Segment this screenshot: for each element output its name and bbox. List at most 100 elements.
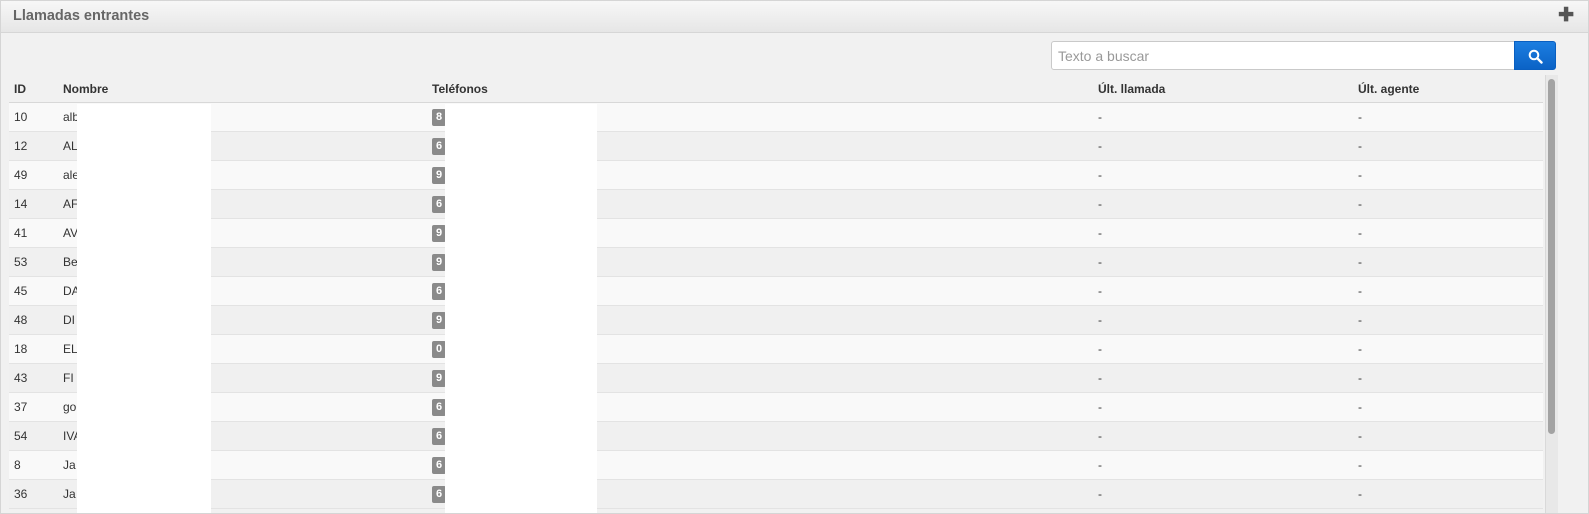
cell-name-text: EL	[63, 342, 78, 356]
cell-last-agent: -	[1353, 305, 1543, 335]
calls-table-area: ID Nombre Teléfonos Últ. llamada Últ. ag…	[9, 75, 1543, 513]
cell-id-text: 8	[14, 458, 21, 472]
cell-last-call: -	[1093, 102, 1353, 132]
cell-last-call: -	[1093, 479, 1353, 509]
cell-last-agent: -	[1353, 450, 1543, 480]
cell-name-text: AV	[63, 226, 79, 240]
search-button[interactable]	[1514, 41, 1556, 70]
cell-last-agent: -	[1353, 479, 1543, 509]
phone-badge: 6	[432, 195, 447, 213]
table-row[interactable]: 37 go 6 - -	[9, 392, 1543, 422]
table-row[interactable]: 14 AF 6- -	[9, 189, 1543, 219]
cell-id: 54	[9, 421, 58, 451]
table-row[interactable]: 45 DA 6- -	[9, 276, 1543, 306]
cell-last-agent: -	[1353, 160, 1543, 190]
phone-badge: 6	[432, 456, 447, 474]
cell-id: 8	[9, 450, 58, 480]
cell-last-agent-text: -	[1358, 197, 1362, 211]
table-row[interactable]: 18 EL 0 - -	[9, 334, 1543, 364]
cell-last-call: -	[1093, 131, 1353, 161]
table-row[interactable]: 53 Be 9 - -	[9, 247, 1543, 277]
cell-id: 12	[9, 131, 58, 161]
cell-id: 45	[9, 276, 58, 306]
table-row[interactable]: 10 alb 8- -	[9, 102, 1543, 132]
cell-id-text: 41	[14, 226, 28, 240]
table-row[interactable]: 12 AL 6 - -	[9, 131, 1543, 161]
cell-last-agent-text: -	[1358, 313, 1362, 327]
cell-last-call: -	[1093, 160, 1353, 190]
table-row[interactable]: 8 Ja 6 - -	[9, 450, 1543, 480]
scrollbar-thumb[interactable]	[1548, 79, 1555, 434]
table-header-row: ID Nombre Teléfonos Últ. llamada Últ. ag…	[9, 75, 1543, 103]
search-input[interactable]	[1051, 41, 1515, 70]
redaction-block-names	[77, 104, 211, 513]
cell-last-call-text: -	[1098, 197, 1102, 211]
table-row[interactable]: 41 AV 9 - -	[9, 218, 1543, 248]
cell-last-call-text: -	[1098, 371, 1102, 385]
cell-name-text: Ja	[63, 458, 76, 472]
cell-id-text: 36	[14, 487, 28, 501]
table-row[interactable]: 54 IVA 6- -	[9, 421, 1543, 451]
cell-id-text: 10	[14, 110, 28, 124]
column-header-phones[interactable]: Teléfonos	[427, 75, 1093, 103]
cell-id-text: 37	[14, 400, 28, 414]
cell-id-text: 53	[14, 255, 28, 269]
cell-last-call: -	[1093, 363, 1353, 393]
table-row[interactable]: 48 DI 9 - -	[9, 305, 1543, 335]
cell-last-call-text: -	[1098, 313, 1102, 327]
cell-last-agent: -	[1353, 189, 1543, 219]
column-header-name[interactable]: Nombre	[58, 75, 427, 103]
cell-last-call-text: -	[1098, 255, 1102, 269]
table-scrollbar[interactable]	[1545, 75, 1558, 513]
cell-last-call: -	[1093, 247, 1353, 277]
cell-last-agent: -	[1353, 334, 1543, 364]
cell-last-agent-text: -	[1358, 255, 1362, 269]
cell-id: 10	[9, 102, 58, 132]
cell-last-call-text: -	[1098, 400, 1102, 414]
cell-id-text: 43	[14, 371, 28, 385]
cell-last-call-text: -	[1098, 342, 1102, 356]
incoming-calls-panel: Llamadas entrantes ✚ ID Nombre	[0, 0, 1589, 514]
cell-last-call: -	[1093, 189, 1353, 219]
cell-id: 48	[9, 305, 58, 335]
cell-last-call-text: -	[1098, 487, 1102, 501]
cell-id-text: 45	[14, 284, 28, 298]
cell-id-text: 54	[14, 429, 28, 443]
redaction-block-phones	[445, 104, 597, 513]
phone-badge: 9	[432, 166, 447, 184]
cell-name-text: Ja	[63, 487, 76, 501]
phone-badge: 6	[432, 282, 447, 300]
cell-last-agent-text: -	[1358, 226, 1362, 240]
cell-last-call-text: -	[1098, 168, 1102, 182]
table-row[interactable]: 49 ale 9- -	[9, 160, 1543, 190]
phone-badge: 0	[432, 340, 447, 358]
cell-last-call-text: -	[1098, 458, 1102, 472]
cell-last-call-text: -	[1098, 226, 1102, 240]
cell-name-text: DI	[63, 313, 75, 327]
cell-last-agent-text: -	[1358, 139, 1362, 153]
phone-badge: 9	[432, 311, 447, 329]
cell-last-call-text: -	[1098, 110, 1102, 124]
phone-badge: 6	[432, 427, 447, 445]
cell-last-agent-text: -	[1358, 371, 1362, 385]
cell-id: 41	[9, 218, 58, 248]
table-row[interactable]: 43 FI 9 - -	[9, 363, 1543, 393]
phone-badge: 6	[432, 398, 447, 416]
cell-name-text: FI	[63, 371, 74, 385]
column-header-id[interactable]: ID	[9, 75, 58, 103]
cell-name-text: AL	[63, 139, 78, 153]
cell-name-text: go	[63, 400, 77, 414]
phone-badge: 8	[432, 108, 447, 126]
cell-last-agent-text: -	[1358, 342, 1362, 356]
cell-id: 36	[9, 479, 58, 509]
column-header-last-call[interactable]: Últ. llamada	[1093, 75, 1353, 103]
cell-id-text: 12	[14, 139, 28, 153]
plus-icon[interactable]: ✚	[1558, 6, 1574, 25]
cell-id: 49	[9, 160, 58, 190]
search-bar	[1051, 41, 1556, 70]
phone-badge: 9	[432, 369, 447, 387]
panel-header: Llamadas entrantes ✚	[1, 1, 1588, 33]
phone-badge: 6	[432, 485, 447, 503]
table-row[interactable]: 36 Ja 6 - -	[9, 479, 1543, 509]
column-header-last-agent[interactable]: Últ. agente	[1353, 75, 1543, 103]
